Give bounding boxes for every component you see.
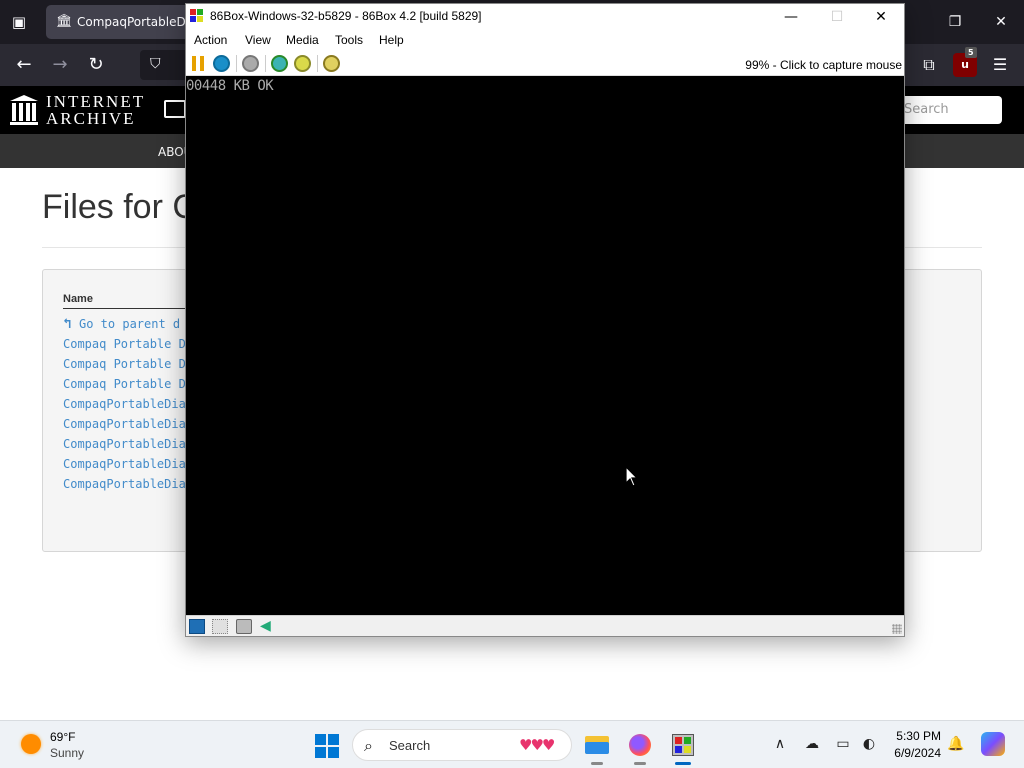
file-link[interactable]: Compaq Portable Di bbox=[63, 354, 203, 374]
ctrl-alt-del-icon[interactable] bbox=[271, 55, 288, 72]
network-icon[interactable]: ▭ bbox=[833, 734, 853, 754]
tracking-protection-shield-icon[interactable]: ⛉ bbox=[150, 56, 161, 72]
media-menu-icon[interactable] bbox=[164, 100, 186, 118]
running-indicator bbox=[591, 762, 603, 765]
copilot-icon[interactable] bbox=[981, 732, 1005, 756]
emulator-menubar: Action View Media Tools Help bbox=[186, 30, 904, 51]
emulator-window-title: 86Box-Windows-32-b5829 - 86Box 4.2 [buil… bbox=[210, 9, 482, 23]
file-link[interactable]: CompaqPortableDiag bbox=[63, 414, 203, 434]
clock-date[interactable]: 6/9/2024 bbox=[883, 746, 941, 760]
pause-icon[interactable] bbox=[192, 56, 205, 71]
hard-reset-icon[interactable] bbox=[213, 55, 230, 72]
firefox-icon[interactable] bbox=[625, 730, 655, 765]
file-link[interactable]: CompaqPortableDiag bbox=[63, 394, 203, 414]
onedrive-cloud-icon[interactable]: ☁ bbox=[802, 734, 822, 754]
ublock-origin-icon[interactable]: u5 bbox=[953, 47, 977, 77]
tab-title: CompaqPortableDia bbox=[77, 15, 196, 29]
reload-icon[interactable]: ↻ bbox=[83, 53, 109, 77]
menu-help[interactable]: Help bbox=[379, 33, 404, 47]
archive-search-input[interactable]: Search bbox=[898, 96, 1002, 124]
weather-condition[interactable]: Sunny bbox=[50, 746, 84, 760]
file-link[interactable]: CompaqPortableDiag bbox=[63, 454, 203, 474]
ctrl-alt-esc-icon[interactable] bbox=[294, 55, 311, 72]
volume-icon[interactable]: ◐ bbox=[859, 734, 879, 754]
divider bbox=[317, 55, 318, 72]
acpi-shutdown-icon[interactable] bbox=[242, 55, 259, 72]
file-link[interactable]: Compaq Portable Di bbox=[63, 334, 203, 354]
windows-start-icon[interactable] bbox=[315, 734, 339, 758]
search-icon: ⌕ bbox=[364, 736, 373, 755]
menu-view[interactable]: View bbox=[245, 33, 271, 47]
search-highlight-icon: ♥♥♥ bbox=[519, 736, 555, 754]
chevron-up-icon[interactable]: ∧ bbox=[770, 734, 790, 754]
86box-app-icon[interactable] bbox=[190, 9, 204, 23]
menu-tools[interactable]: Tools bbox=[335, 33, 363, 47]
file-link[interactable]: CompaqPortableDiag bbox=[63, 474, 203, 494]
ublock-badge: 5 bbox=[965, 47, 977, 58]
browser-close-icon[interactable]: ✕ bbox=[986, 8, 1016, 36]
tab-list-icon[interactable]: ▣ bbox=[8, 11, 30, 33]
emulator-close-icon[interactable]: ✕ bbox=[858, 4, 904, 30]
back-icon[interactable]: ← bbox=[11, 53, 37, 77]
mouse-pointer-icon bbox=[625, 466, 639, 487]
emulator-titlebar[interactable]: 86Box-Windows-32-b5829 - 86Box 4.2 [buil… bbox=[186, 4, 904, 30]
emulator-maximize-icon: ☐ bbox=[830, 9, 844, 25]
column-header-name[interactable]: Name bbox=[63, 293, 93, 305]
emulator-minimize-icon[interactable]: — bbox=[768, 4, 814, 30]
forward-icon[interactable]: → bbox=[47, 53, 73, 77]
sun-weather-icon[interactable] bbox=[21, 734, 41, 754]
internet-archive-favicon-icon: 🏛 bbox=[56, 14, 73, 29]
file-link[interactable]: Compaq Portable Di bbox=[63, 374, 203, 394]
file-list: ↰ Go to parent d Compaq Portable Di Compa… bbox=[63, 314, 203, 494]
search-label: Search bbox=[389, 738, 431, 753]
bios-memory-count-text: 00448 KB OK bbox=[186, 78, 274, 94]
emulator-toolbar: 99% - Click to capture mouse bbox=[186, 51, 904, 76]
hamburger-menu-icon[interactable]: ☰ bbox=[988, 53, 1012, 77]
taskbar-search-box[interactable]: ⌕ Search ♥♥♥ bbox=[352, 729, 572, 761]
internet-archive-logo-text[interactable]: INTERNET ARCHIVE bbox=[46, 93, 156, 127]
resize-grip-icon[interactable] bbox=[892, 624, 902, 634]
menu-media[interactable]: Media bbox=[286, 33, 319, 47]
file-link[interactable]: CompaqPortableDiag bbox=[63, 434, 203, 454]
archive-building-icon[interactable] bbox=[10, 95, 38, 125]
divider bbox=[236, 55, 237, 72]
browser-restore-icon[interactable]: ❐ bbox=[940, 8, 970, 36]
86box-taskbar-icon[interactable] bbox=[668, 730, 698, 765]
parent-directory-link[interactable]: ↰ Go to parent d bbox=[63, 314, 203, 334]
86box-emulator-window: 86Box-Windows-32-b5829 - 86Box 4.2 [buil… bbox=[185, 3, 905, 637]
notification-bell-icon[interactable]: 🔔 bbox=[946, 734, 966, 754]
weather-temperature[interactable]: 69°F bbox=[50, 730, 75, 744]
file-explorer-icon[interactable] bbox=[582, 730, 612, 765]
floppy-drive-icon[interactable] bbox=[189, 619, 205, 634]
emulator-statusbar: ◀ bbox=[186, 615, 904, 636]
running-indicator bbox=[634, 762, 646, 765]
sound-icon[interactable]: ◀ bbox=[260, 619, 276, 634]
network-adapter-icon[interactable] bbox=[236, 619, 252, 634]
settings-icon[interactable] bbox=[323, 55, 340, 72]
cdrom-drive-icon[interactable] bbox=[212, 619, 228, 634]
menu-action[interactable]: Action bbox=[194, 33, 227, 47]
capture-mouse-status: 99% - Click to capture mouse bbox=[745, 58, 902, 72]
extensions-icon[interactable]: ⧉ bbox=[917, 53, 941, 77]
divider bbox=[265, 55, 266, 72]
windows-taskbar: 69°F Sunny ⌕ Search ♥♥♥ ∧ ☁ ▭ ◐ 5:30 PM … bbox=[0, 720, 1024, 768]
active-tab[interactable]: 🏛 CompaqPortableDia bbox=[46, 5, 196, 39]
up-arrow-icon: ↰ bbox=[63, 316, 72, 332]
emulator-display[interactable]: 00448 KB OK bbox=[186, 76, 904, 615]
page-title: Files for C bbox=[42, 188, 197, 226]
active-indicator bbox=[675, 762, 691, 765]
clock-time[interactable]: 5:30 PM bbox=[893, 729, 941, 743]
